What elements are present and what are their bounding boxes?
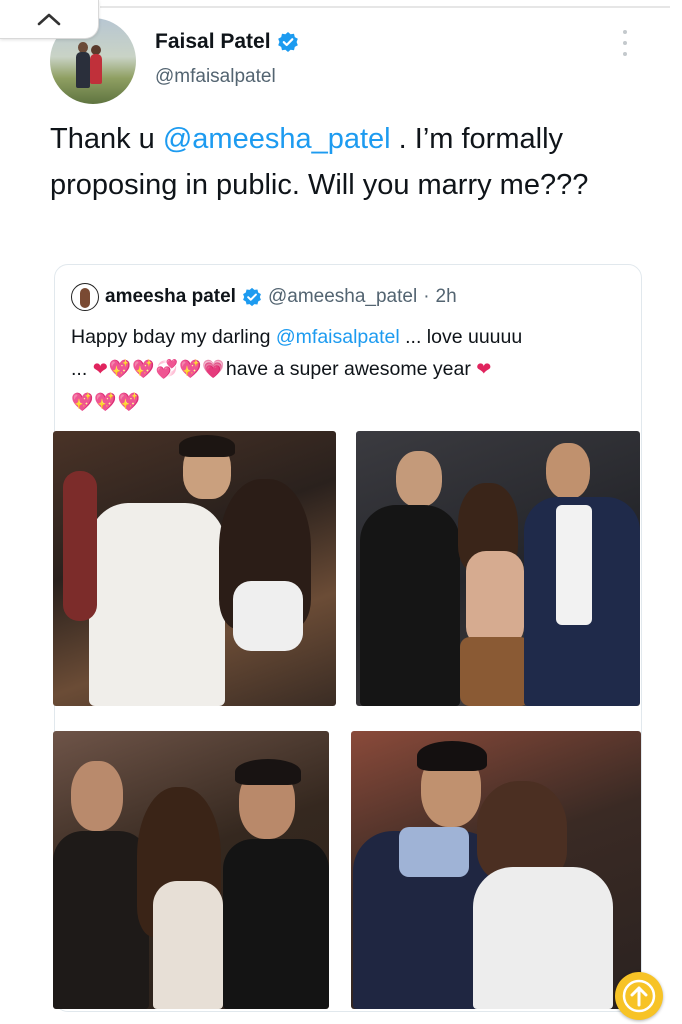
quoted-tweet-card[interactable]: ameesha patel @ameesha_patel · 2h Happy … bbox=[53, 264, 642, 1012]
divider bbox=[100, 6, 670, 8]
timestamp[interactable]: 2h bbox=[436, 286, 457, 308]
chevron-up-icon bbox=[37, 13, 61, 26]
tweet-text-part: Thank u bbox=[50, 123, 163, 155]
quoted-text-part: Happy bday my darling bbox=[71, 326, 276, 348]
quoted-text-part: have a super awesome year bbox=[225, 358, 471, 380]
heart-emoji-row: ❤💖💖💞💖💗 bbox=[92, 359, 226, 380]
quoted-tweet-text: Happy bday my darling @mfaisalpatel ... … bbox=[71, 321, 631, 419]
quoted-tweet-header: ameesha patel @ameesha_patel · 2h bbox=[71, 283, 457, 311]
quoted-text-part: ... love uuuuu bbox=[399, 326, 523, 348]
quoted-author-name[interactable]: ameesha patel bbox=[105, 286, 236, 308]
quoted-author-handle[interactable]: @ameesha_patel bbox=[268, 286, 417, 308]
verified-badge-icon bbox=[243, 287, 261, 307]
mention-link[interactable]: @mfaisalpatel bbox=[276, 326, 400, 348]
author-row: Faisal Patel bbox=[155, 30, 299, 54]
author-handle[interactable]: @mfaisalpatel bbox=[155, 66, 276, 88]
mention-link[interactable]: @ameesha_patel bbox=[163, 123, 391, 155]
arrow-up-icon bbox=[622, 979, 656, 1013]
photo-1[interactable] bbox=[53, 431, 336, 706]
quoted-text-part: ... bbox=[71, 358, 88, 380]
photo-3[interactable] bbox=[53, 731, 329, 1009]
author-name[interactable]: Faisal Patel bbox=[155, 30, 271, 54]
heart-emoji-row: 💖💖💖 bbox=[71, 392, 142, 413]
quoted-avatar[interactable] bbox=[71, 283, 99, 311]
more-vertical-icon[interactable] bbox=[620, 30, 630, 56]
scroll-to-top-button[interactable] bbox=[615, 972, 663, 1020]
photo-2[interactable] bbox=[356, 431, 640, 706]
separator-dot: · bbox=[423, 286, 430, 307]
collapse-button[interactable] bbox=[0, 0, 99, 39]
tweet-text: Thank u @ameesha_patel . I’m formally pr… bbox=[50, 116, 650, 208]
photo-4[interactable] bbox=[351, 731, 641, 1009]
red-heart-emoji: ❤ bbox=[476, 359, 493, 380]
verified-badge-icon bbox=[277, 32, 298, 52]
